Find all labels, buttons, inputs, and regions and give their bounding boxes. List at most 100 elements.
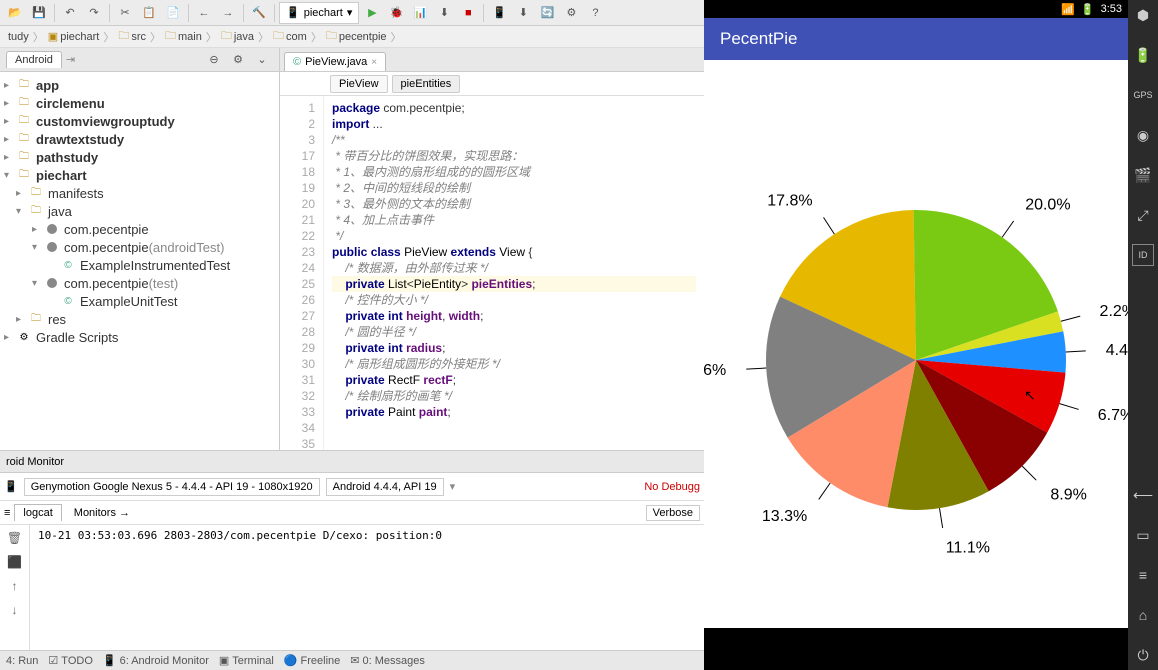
gps-icon[interactable]: GPS xyxy=(1132,84,1154,106)
up-icon[interactable]: ↑ xyxy=(6,577,24,595)
clear-icon[interactable]: 🗑 xyxy=(6,529,24,547)
breadcrumb-item[interactable]: 🗀main xyxy=(161,27,206,46)
breadcrumb-item[interactable]: ▣piechart xyxy=(44,30,104,43)
clapper-icon[interactable]: 🎬 xyxy=(1132,164,1154,186)
debug-icon[interactable]: 🐞 xyxy=(385,2,407,24)
editor-tab[interactable]: © PieView.java × xyxy=(284,52,386,71)
back-icon[interactable]: ← xyxy=(193,2,215,24)
paste-icon[interactable]: 📄 xyxy=(162,2,184,24)
tree-item[interactable]: ▸🗀pathstudy xyxy=(0,148,279,166)
tree-item[interactable]: ▸🗀customviewgrouptudy xyxy=(0,112,279,130)
sdk-icon[interactable]: ⬇ xyxy=(512,2,534,24)
menu-icon[interactable]: ≡ xyxy=(1132,564,1154,586)
copy-icon[interactable]: 📋 xyxy=(138,2,160,24)
tree-item[interactable]: ▾🗀java xyxy=(0,202,279,220)
sdk-selector[interactable]: Android 4.4.4, API 19 xyxy=(326,478,444,496)
tree-item[interactable]: ▸🗀circlemenu xyxy=(0,94,279,112)
ide-window: 📂 💾 ↶ ↷ ✂ 📋 📄 ← → 🔨 📱 piechart ▾ ▶ 🐞 📊 ⬇… xyxy=(0,0,704,670)
android-nav-bar xyxy=(704,628,1128,670)
tree-item[interactable]: ▸🗀res xyxy=(0,310,279,328)
monitors-tab[interactable]: Monitors → xyxy=(66,505,138,521)
device-selector[interactable]: Genymotion Google Nexus 5 - 4.4.4 - API … xyxy=(24,478,320,496)
tree-item[interactable]: ▸🗀app xyxy=(0,76,279,94)
status-tab[interactable]: ✉ 0: Messages xyxy=(350,654,425,667)
settings-icon[interactable]: ⚙ xyxy=(560,2,582,24)
breadcrumb-item[interactable]: 🗀com xyxy=(269,27,311,46)
tree-item[interactable]: ▸com.pecentpie xyxy=(0,220,279,238)
tree-item[interactable]: ▸⚙Gradle Scripts xyxy=(0,328,279,346)
breadcrumb-item[interactable]: 🗀pecentpie xyxy=(322,27,391,46)
camera-icon[interactable]: ◉ xyxy=(1132,124,1154,146)
folder-icon: 🗀 xyxy=(326,27,337,46)
open-icon[interactable]: 📂 xyxy=(4,2,26,24)
down-icon[interactable]: ↓ xyxy=(6,601,24,619)
svg-text:2.2%: 2.2% xyxy=(1100,303,1128,320)
id-icon[interactable]: ID xyxy=(1132,244,1154,266)
android-status-bar: 📶 🔋 3:53 xyxy=(704,0,1128,18)
project-view-tab[interactable]: Android xyxy=(6,51,62,68)
scroll-icon[interactable]: ⬛ xyxy=(6,553,24,571)
svg-text:13.3%: 13.3% xyxy=(762,508,807,525)
save-icon[interactable]: 💾 xyxy=(28,2,50,24)
folder-icon: 🗀 xyxy=(118,27,129,46)
undo-icon[interactable]: ↶ xyxy=(59,2,81,24)
close-icon[interactable]: × xyxy=(371,57,377,68)
collapse-icon[interactable]: ⊖ xyxy=(203,49,225,71)
help-icon[interactable]: ? xyxy=(584,2,606,24)
tree-item[interactable]: ▾com.pecentpie (androidTest) xyxy=(0,238,279,256)
status-tab[interactable]: 📱 6: Android Monitor xyxy=(103,654,209,667)
forward-icon[interactable]: → xyxy=(217,2,239,24)
profile-icon[interactable]: 📊 xyxy=(409,2,431,24)
attach-icon[interactable]: ⬇ xyxy=(433,2,455,24)
geny-icon[interactable]: ⬢ xyxy=(1132,4,1154,26)
tree-item[interactable]: ▾com.pecentpie (test) xyxy=(0,274,279,292)
tree-item[interactable]: ▸🗀manifests xyxy=(0,184,279,202)
stop-icon[interactable]: ■ xyxy=(457,2,479,24)
redo-icon[interactable]: ↷ xyxy=(83,2,105,24)
recent-icon[interactable]: ▭ xyxy=(1132,524,1154,546)
avd-icon[interactable]: 📱 xyxy=(488,2,510,24)
app-icon: 📱 xyxy=(286,6,300,19)
nav-class[interactable]: PieView xyxy=(330,75,388,93)
emulator-side-rail: ⬢ 🔋 GPS ◉ 🎬 ⤢ ID ⟵ ▭ ≡ ⌂ ⏻ xyxy=(1128,0,1158,670)
run-config-dropdown[interactable]: 📱 piechart ▾ xyxy=(279,2,359,24)
cut-icon[interactable]: ✂ xyxy=(114,2,136,24)
line-gutter: 1231718192021222324252627282930313233343… xyxy=(280,96,324,450)
chevron-right-icon[interactable]: ⇥ xyxy=(66,53,75,66)
log-level-dropdown[interactable]: Verbose xyxy=(646,505,700,521)
run-icon[interactable]: ▶ xyxy=(361,2,383,24)
battery-icon[interactable]: 🔋 xyxy=(1132,44,1154,66)
gear-icon[interactable]: ⚙ xyxy=(227,49,249,71)
tree-item[interactable]: ▾🗀piechart xyxy=(0,166,279,184)
project-tree[interactable]: ▸🗀app▸🗀circlemenu▸🗀customviewgrouptudy▸🗀… xyxy=(0,72,279,450)
module-icon: ▣ xyxy=(48,30,58,43)
hide-icon[interactable]: ⌄ xyxy=(251,49,273,71)
breadcrumb-item[interactable]: 🗀src xyxy=(114,27,150,46)
status-tab[interactable]: ☑ TODO xyxy=(48,654,92,667)
chevron-down-icon: ▾ xyxy=(347,6,353,19)
svg-text:6.7%: 6.7% xyxy=(1098,407,1128,424)
nav-member[interactable]: pieEntities xyxy=(392,75,461,93)
code-content[interactable]: package com.pecentpie;import .../** * 带百… xyxy=(324,96,704,450)
sync-icon[interactable]: 🔄 xyxy=(536,2,558,24)
logcat-tab[interactable]: logcat xyxy=(14,504,61,521)
svg-text:20.0%: 20.0% xyxy=(1025,197,1070,214)
tree-item[interactable]: ©ExampleUnitTest xyxy=(0,292,279,310)
back-icon[interactable]: ⟵ xyxy=(1132,484,1154,506)
status-tab[interactable]: ▣ Terminal xyxy=(219,654,274,667)
expand-icon[interactable]: ⤢ xyxy=(1132,204,1154,226)
home-icon[interactable]: ⌂ xyxy=(1132,604,1154,626)
logcat-icon: ≡ xyxy=(4,507,10,519)
status-tab[interactable]: 4: Run xyxy=(6,655,38,667)
svg-text:15.6%: 15.6% xyxy=(704,362,726,379)
log-output[interactable]: 10-21 03:53:03.696 2803-2803/com.pecentp… xyxy=(30,525,704,650)
build-icon[interactable]: 🔨 xyxy=(248,2,270,24)
pie-chart[interactable]: 17.8%20.0%2.2%4.4%6.7%8.9%11.1%13.3%15.6… xyxy=(704,60,1128,628)
status-tab[interactable]: 🔵 Freeline xyxy=(284,654,340,667)
tree-item[interactable]: ©ExampleInstrumentedTest xyxy=(0,256,279,274)
tree-item[interactable]: ▸🗀drawtextstudy xyxy=(0,130,279,148)
breadcrumb-item[interactable]: 🗀java xyxy=(217,27,258,46)
breadcrumb-item[interactable]: tudy xyxy=(4,31,33,43)
folder-icon: 🗀 xyxy=(273,27,284,46)
power-icon[interactable]: ⏻ xyxy=(1132,644,1154,666)
